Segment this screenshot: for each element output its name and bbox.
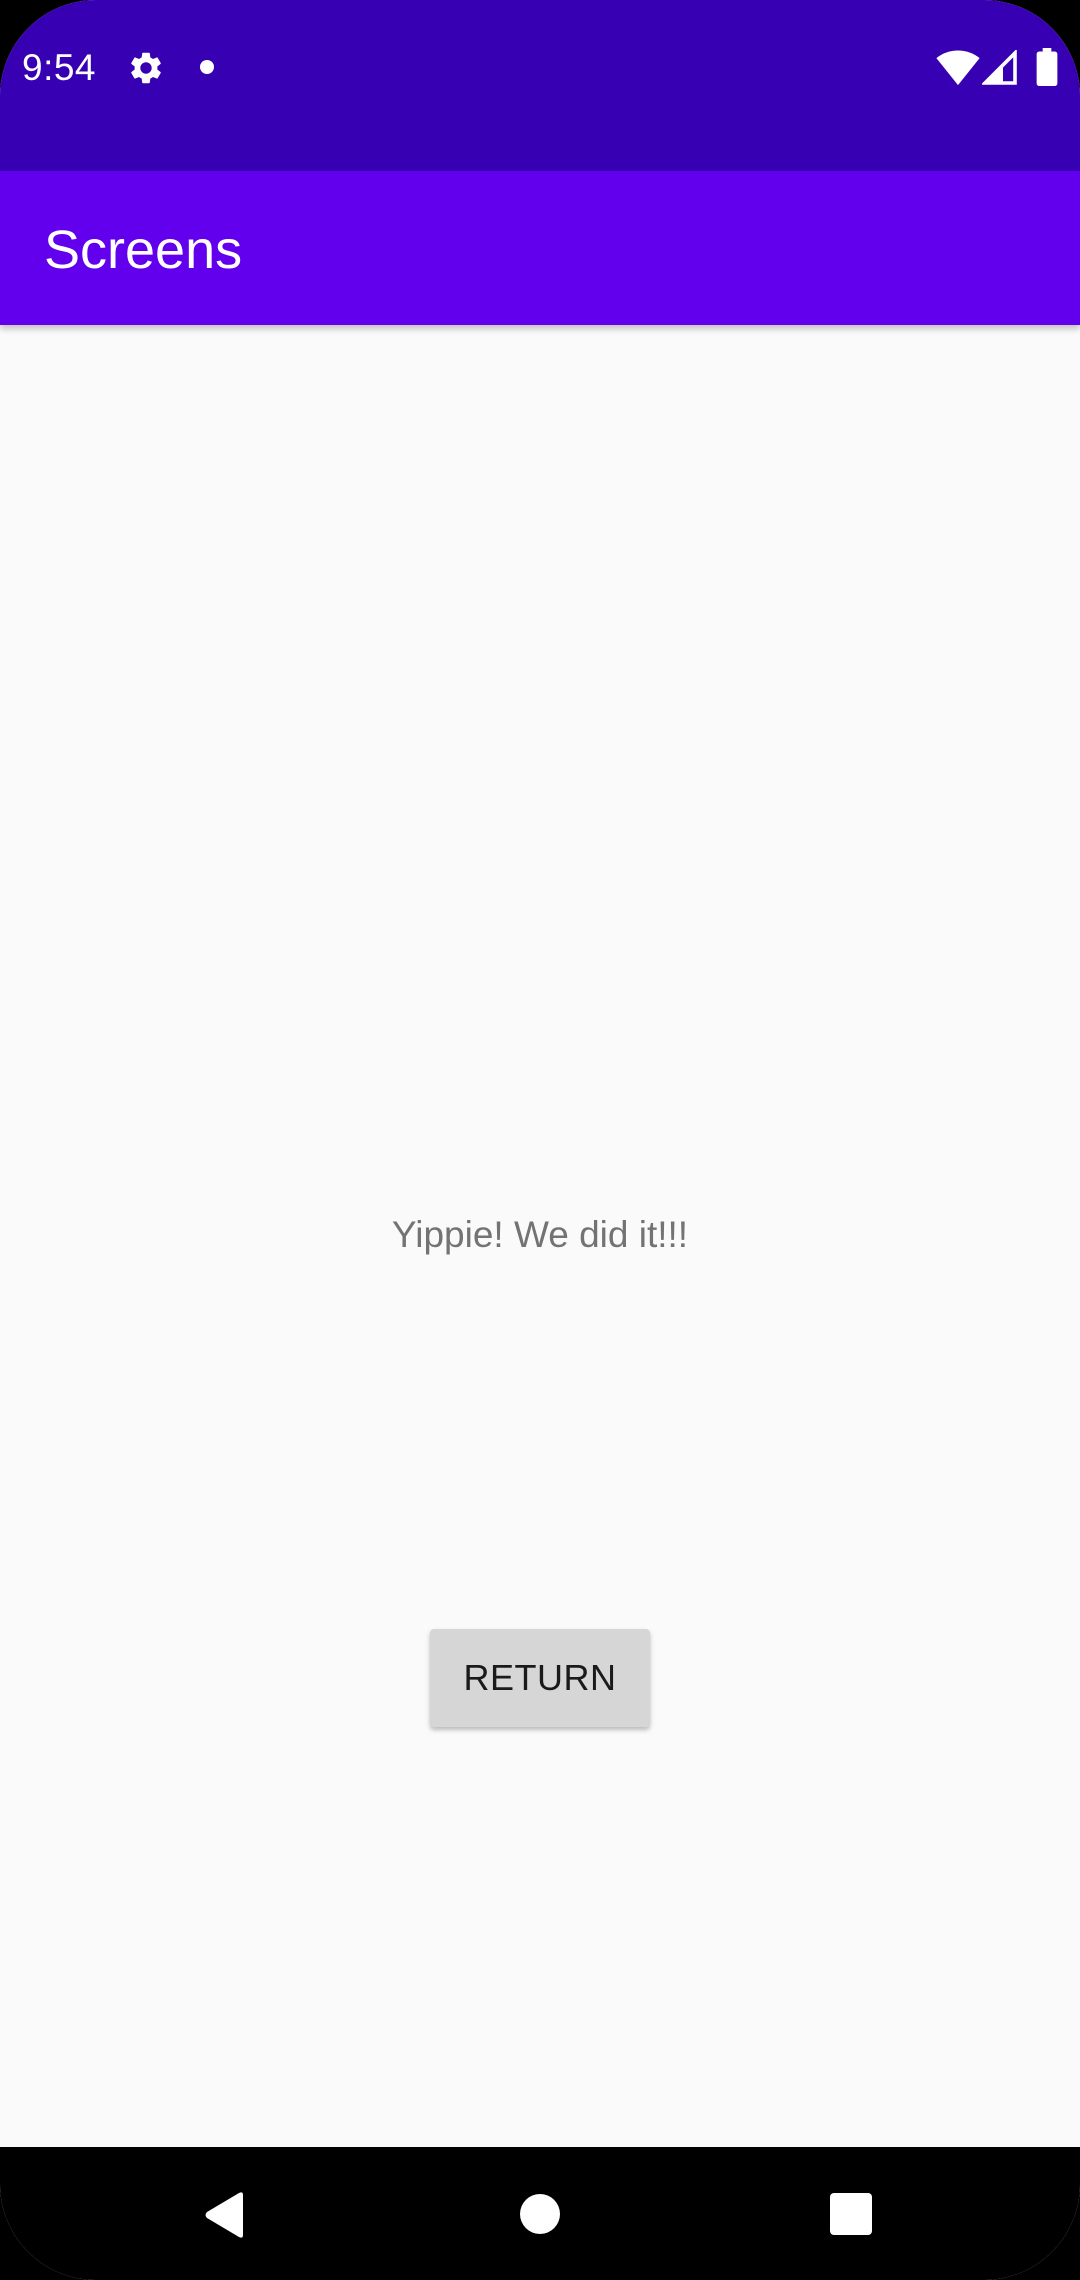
app-screen: 9:54 Screens Yippie! We did it!!! RETURN [0,0,1080,2280]
notification-dot-icon [200,60,214,74]
gear-icon [131,52,161,84]
navigation-bar [0,2147,1080,2280]
return-button[interactable]: RETURN [430,1629,650,1727]
wifi-icon [936,50,980,86]
app-bar: Screens [0,171,1080,325]
main-content: Yippie! We did it!!! RETURN [0,325,1080,2147]
recents-icon[interactable] [830,2193,872,2235]
success-message: Yippie! We did it!!! [391,1214,689,1255]
app-title: Screens [44,220,243,280]
status-time: 9:54 [22,47,97,88]
status-bar: 9:54 [0,0,1080,171]
battery-icon [1036,48,1058,86]
signal-icon [982,50,1017,85]
back-icon[interactable] [203,2191,247,2239]
home-icon[interactable] [520,2194,560,2234]
